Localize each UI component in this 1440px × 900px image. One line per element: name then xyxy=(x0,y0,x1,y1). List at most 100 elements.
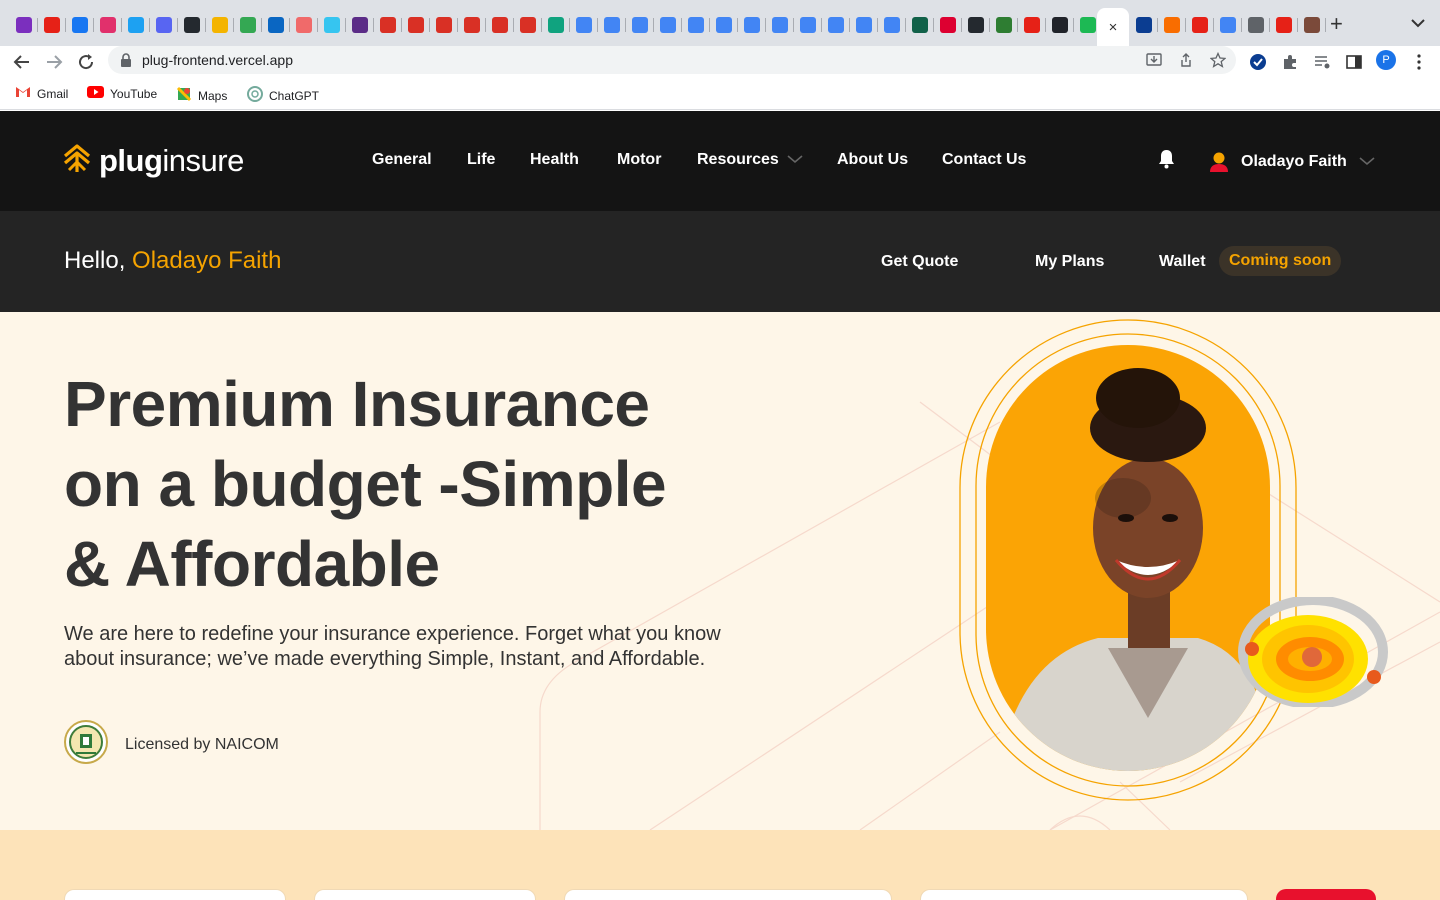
tab-favicon-icon[interactable] xyxy=(346,12,374,38)
tab-favicon-icon[interactable] xyxy=(234,12,262,38)
tab-favicon-icon[interactable] xyxy=(766,12,794,38)
share-icon[interactable] xyxy=(1177,51,1195,69)
tab-search-chevron-icon[interactable] xyxy=(1408,12,1428,34)
greeting: Hello, Oladayo Faith xyxy=(64,247,281,275)
user-menu[interactable]: Oladayo Faith xyxy=(1209,151,1375,173)
tab-favicon-icon[interactable] xyxy=(1130,12,1158,38)
tab-favicon-icon[interactable] xyxy=(430,12,458,38)
tab-favicon-icon[interactable] xyxy=(150,12,178,38)
product-card[interactable] xyxy=(920,889,1248,900)
tab-favicon-icon[interactable] xyxy=(710,12,738,38)
tab-favicon-icon[interactable] xyxy=(10,12,38,38)
tab-favicon-icon[interactable] xyxy=(990,12,1018,38)
browser-menu-icon[interactable] xyxy=(1408,51,1430,73)
license-text: Licensed by NAICOM xyxy=(125,735,279,753)
tab-favicon-icon[interactable] xyxy=(542,12,570,38)
brand-logo[interactable]: pluginsure xyxy=(63,143,244,179)
bookmark-chatgpt[interactable]: ChatGPT xyxy=(247,86,319,105)
tab-favicon-icon[interactable] xyxy=(458,12,486,38)
tab-favicon-icon[interactable] xyxy=(878,12,906,38)
tab-favicon-icon[interactable] xyxy=(318,12,346,38)
tab-favicon-icon[interactable] xyxy=(1046,12,1074,38)
tab-favicon-icon[interactable] xyxy=(1242,12,1270,38)
product-card[interactable] xyxy=(314,889,536,900)
tab-favicon-icon[interactable] xyxy=(906,12,934,38)
tab-favicon-icon[interactable] xyxy=(38,12,66,38)
tab-favicon-icon[interactable] xyxy=(1186,12,1214,38)
bookmark-label: Gmail xyxy=(37,86,69,101)
cards-band xyxy=(0,830,1440,900)
headline-line-1: Premium Insurance xyxy=(64,368,650,440)
gmail-icon xyxy=(15,86,31,101)
tab-favicon-icon[interactable] xyxy=(374,12,402,38)
wallet-link[interactable]: Wallet xyxy=(1159,253,1206,271)
tab-favicon-icon[interactable] xyxy=(1214,12,1242,38)
extensions-puzzle-icon[interactable] xyxy=(1279,51,1301,73)
my-plans-link[interactable]: My Plans xyxy=(1035,253,1104,271)
tab-close-icon[interactable]: × xyxy=(1109,19,1118,36)
chevron-down-icon xyxy=(1359,153,1375,171)
bookmark-gmail[interactable]: Gmail xyxy=(15,86,68,101)
bookmark-youtube[interactable]: YouTube xyxy=(87,86,157,101)
hero-portrait xyxy=(958,318,1298,802)
nav-life[interactable]: Life xyxy=(467,151,495,169)
tab-favicon-icon[interactable] xyxy=(514,12,542,38)
tab-favicon-icon[interactable] xyxy=(934,12,962,38)
nav-motor[interactable]: Motor xyxy=(617,151,661,169)
tab-favicon-icon[interactable] xyxy=(626,12,654,38)
tab-favicon-icon[interactable] xyxy=(262,12,290,38)
product-card[interactable] xyxy=(64,889,286,900)
tab-favicon-icon[interactable] xyxy=(1298,12,1326,38)
tab-favicon-icon[interactable] xyxy=(1270,12,1298,38)
headline-line-2: on a budget -Simple xyxy=(64,448,667,520)
lock-icon[interactable] xyxy=(120,53,132,72)
notification-bell-icon[interactable] xyxy=(1157,148,1176,175)
get-quote-link[interactable]: Get Quote xyxy=(881,253,958,271)
address-bar[interactable]: plug-frontend.vercel.app xyxy=(108,46,1236,74)
profile-avatar[interactable]: P xyxy=(1376,50,1396,70)
tab-favicon-icon[interactable] xyxy=(962,12,990,38)
back-arrow-icon[interactable] xyxy=(10,50,34,74)
tab-favicon-icon[interactable] xyxy=(682,12,710,38)
reading-list-icon[interactable] xyxy=(1311,51,1333,73)
tab-favicon-icon[interactable] xyxy=(66,12,94,38)
tab-favicon-icon[interactable] xyxy=(1018,12,1046,38)
product-card[interactable] xyxy=(564,889,892,900)
bookmark-label: Maps xyxy=(198,88,228,103)
tab-favicon-icon[interactable] xyxy=(402,12,430,38)
tab-favicon-icon[interactable] xyxy=(850,12,878,38)
bookmark-maps[interactable]: Maps xyxy=(176,86,227,105)
side-panel-icon[interactable] xyxy=(1343,51,1365,73)
nav-health[interactable]: Health xyxy=(530,151,579,169)
bookmark-star-icon[interactable] xyxy=(1209,51,1227,69)
reload-icon[interactable] xyxy=(74,50,98,74)
tab-favicon-icon[interactable] xyxy=(1158,12,1186,38)
tab-favicon-icon[interactable] xyxy=(738,12,766,38)
forward-arrow-icon[interactable] xyxy=(42,50,66,74)
tab-favicon-icon[interactable] xyxy=(178,12,206,38)
tab-favicon-icon[interactable] xyxy=(822,12,850,38)
new-tab-button[interactable]: + xyxy=(1330,13,1343,35)
tab-favicon-icon[interactable] xyxy=(794,12,822,38)
tab-favicon-icon[interactable] xyxy=(94,12,122,38)
tab-favicon-icon[interactable] xyxy=(598,12,626,38)
nav-general[interactable]: General xyxy=(372,151,432,169)
cta-button[interactable] xyxy=(1276,889,1376,900)
tab-favicon-icon[interactable] xyxy=(206,12,234,38)
install-app-icon[interactable] xyxy=(1145,51,1163,69)
tab-favicon-icon[interactable] xyxy=(122,12,150,38)
tab-favicon-icon[interactable] xyxy=(654,12,682,38)
bookmark-label: ChatGPT xyxy=(269,88,320,103)
tab-favicon-icon[interactable] xyxy=(570,12,598,38)
nav-resources[interactable]: Resources xyxy=(697,151,803,169)
active-tab[interactable]: × xyxy=(1097,8,1129,46)
hero-section: Premium Insurance on a budget -Simple & … xyxy=(0,312,1440,830)
tab-favicon-icon[interactable] xyxy=(486,12,514,38)
headline-line-3: & Affordable xyxy=(64,528,440,600)
nav-contact-us[interactable]: Contact Us xyxy=(942,151,1026,169)
nav-about-us[interactable]: About Us xyxy=(837,151,908,169)
extension-check-icon[interactable] xyxy=(1247,51,1269,73)
tab-favicon-icon[interactable] xyxy=(290,12,318,38)
user-name: Oladayo Faith xyxy=(1241,153,1347,170)
brand-name: pluginsure xyxy=(99,143,244,178)
